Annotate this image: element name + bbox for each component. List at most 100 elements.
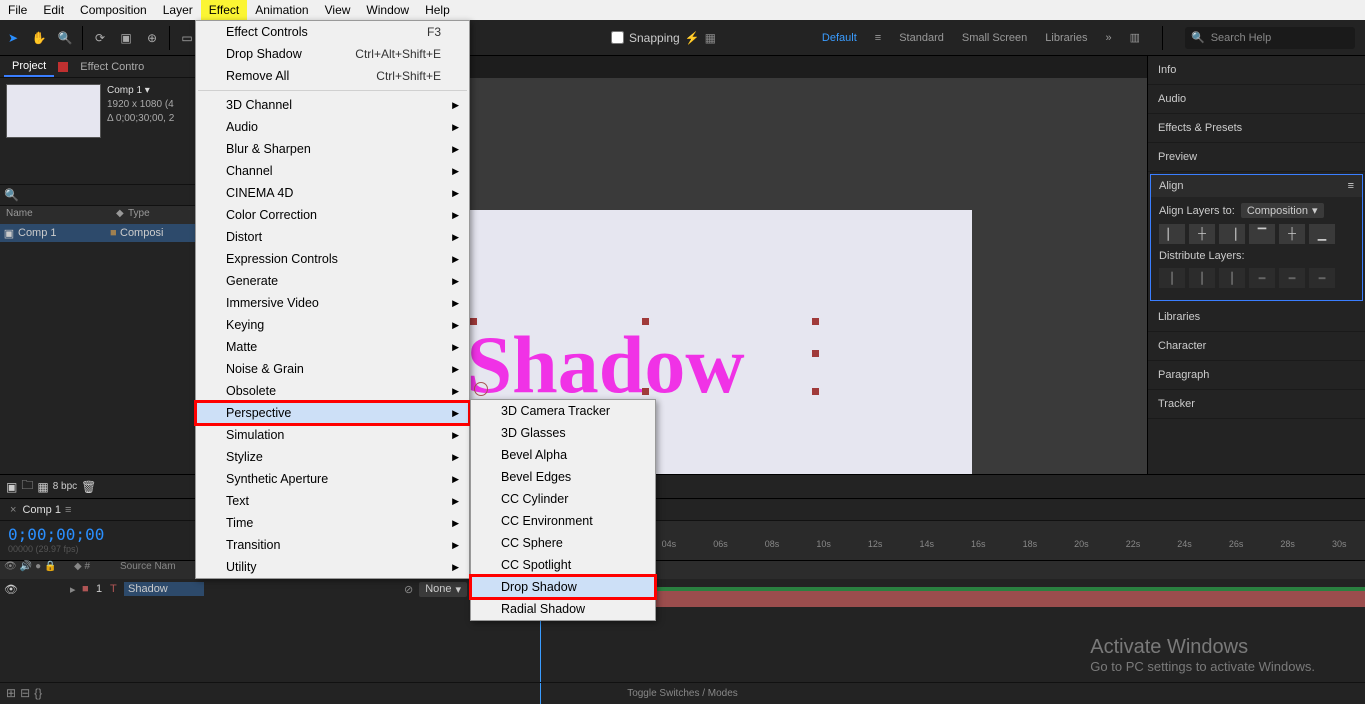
- effect-cat-matte[interactable]: Matte▶: [196, 336, 469, 358]
- effect-cat-3d-channel[interactable]: 3D Channel▶: [196, 94, 469, 116]
- trash-icon[interactable]: 🗑: [81, 480, 96, 494]
- menu-animation[interactable]: Animation: [247, 0, 316, 20]
- effect-menu-effect-controls[interactable]: Effect ControlsF3: [196, 21, 469, 43]
- effect-menu-drop-shadow[interactable]: Drop ShadowCtrl+Alt+Shift+E: [196, 43, 469, 65]
- handle-tr[interactable]: [812, 318, 819, 325]
- ws-libraries[interactable]: Libraries: [1045, 32, 1087, 44]
- eye-col-icon[interactable]: 👁: [4, 561, 17, 579]
- effect-cat-obsolete[interactable]: Obsolete▶: [196, 380, 469, 402]
- col-type[interactable]: Type: [122, 206, 156, 224]
- perspective-3d-glasses[interactable]: 3D Glasses: [471, 422, 655, 444]
- effect-cat-generate[interactable]: Generate▶: [196, 270, 469, 292]
- tab-project[interactable]: Project: [4, 57, 54, 77]
- parent-select[interactable]: None ▾: [419, 582, 467, 597]
- perspective-bevel-alpha[interactable]: Bevel Alpha: [471, 444, 655, 466]
- snap-grid-icon[interactable]: ▦: [705, 31, 716, 45]
- panel-audio[interactable]: Audio: [1148, 85, 1365, 114]
- menu-file[interactable]: File: [0, 0, 35, 20]
- layer-twirl-icon[interactable]: ▸: [70, 583, 82, 596]
- handle-bc[interactable]: [642, 388, 649, 395]
- speaker-col-icon[interactable]: 🔊: [20, 561, 32, 579]
- effect-cat-keying[interactable]: Keying▶: [196, 314, 469, 336]
- layer-name[interactable]: Shadow: [124, 582, 204, 596]
- effect-cat-blur-sharpen[interactable]: Blur & Sharpen▶: [196, 138, 469, 160]
- align-to-select[interactable]: Composition ▾: [1241, 203, 1324, 218]
- tl-opt2-icon[interactable]: ⊟: [20, 686, 30, 700]
- perspective-drop-shadow[interactable]: Drop Shadow: [471, 576, 655, 598]
- effect-cat-noise-grain[interactable]: Noise & Grain▶: [196, 358, 469, 380]
- perspective-cc-cylinder[interactable]: CC Cylinder: [471, 488, 655, 510]
- menu-edit[interactable]: Edit: [35, 0, 72, 20]
- menu-window[interactable]: Window: [358, 0, 417, 20]
- eye-toggle[interactable]: 👁: [4, 583, 18, 596]
- parent-link-icon[interactable]: ⊘: [404, 583, 413, 596]
- effect-cat-color-correction[interactable]: Color Correction▶: [196, 204, 469, 226]
- project-item-comp1[interactable]: ▣ Comp 1 ■ Composi: [0, 224, 205, 242]
- menu-effect[interactable]: Effect: [201, 0, 247, 20]
- effect-cat-perspective[interactable]: Perspective▶: [196, 402, 469, 424]
- snap-opt-icon[interactable]: ⚡: [685, 31, 700, 45]
- effect-cat-audio[interactable]: Audio▶: [196, 116, 469, 138]
- perspective-cc-sphere[interactable]: CC Sphere: [471, 532, 655, 554]
- tl-opt3-icon[interactable]: {}: [34, 686, 42, 700]
- zoom-tool-icon[interactable]: 🔍: [54, 27, 76, 49]
- panel-info[interactable]: Info: [1148, 56, 1365, 85]
- menu-view[interactable]: View: [317, 0, 359, 20]
- effect-menu-dropdown[interactable]: Effect ControlsF3Drop ShadowCtrl+Alt+Shi…: [195, 20, 470, 579]
- col-name[interactable]: Name: [0, 206, 110, 224]
- panel-paragraph[interactable]: Paragraph: [1148, 361, 1365, 390]
- bpc-label[interactable]: 8 bpc: [53, 481, 77, 492]
- align-header-label[interactable]: Align: [1159, 180, 1183, 192]
- toggle-switches[interactable]: Toggle Switches / Modes: [627, 688, 738, 699]
- perspective-cc-environment[interactable]: CC Environment: [471, 510, 655, 532]
- anchor-point-icon[interactable]: [474, 382, 488, 396]
- panel-preview[interactable]: Preview: [1148, 143, 1365, 172]
- snapping-checkbox[interactable]: [611, 31, 624, 44]
- search-help[interactable]: 🔍 Search Help: [1185, 27, 1355, 49]
- perspective-3d-camera-tracker[interactable]: 3D Camera Tracker: [471, 400, 655, 422]
- align-vcenter-icon[interactable]: ┼: [1279, 224, 1305, 244]
- perspective-bevel-edges[interactable]: Bevel Edges: [471, 466, 655, 488]
- effect-cat-distort[interactable]: Distort▶: [196, 226, 469, 248]
- lock-col-icon[interactable]: 🔒: [44, 561, 56, 579]
- handle-tc[interactable]: [642, 318, 649, 325]
- effect-cat-stylize[interactable]: Stylize▶: [196, 446, 469, 468]
- ws-default[interactable]: Default: [822, 32, 857, 44]
- ws-overflow-icon[interactable]: »: [1105, 32, 1111, 44]
- ws-small[interactable]: Small Screen: [962, 32, 1027, 44]
- layer-color-icon[interactable]: ■: [82, 583, 96, 595]
- effect-cat-transition[interactable]: Transition▶: [196, 534, 469, 556]
- effect-cat-channel[interactable]: Channel▶: [196, 160, 469, 182]
- handle-tl[interactable]: [470, 318, 477, 325]
- ws-menu-icon[interactable]: ≡: [875, 32, 881, 44]
- layer-track[interactable]: [540, 587, 1365, 607]
- rotate-tool-icon[interactable]: ⟳: [89, 27, 111, 49]
- ws-standard[interactable]: Standard: [899, 32, 944, 44]
- comp-thumbnail[interactable]: [6, 84, 101, 138]
- panel-effects-presets[interactable]: Effects & Presets: [1148, 114, 1365, 143]
- timeline-tab-comp[interactable]: Comp 1: [22, 504, 61, 516]
- camera-tool-icon[interactable]: ▣: [115, 27, 137, 49]
- menu-help[interactable]: Help: [417, 0, 458, 20]
- perspective-radial-shadow[interactable]: Radial Shadow: [471, 598, 655, 620]
- effect-cat-immersive-video[interactable]: Immersive Video▶: [196, 292, 469, 314]
- align-hcenter-icon[interactable]: ┼: [1189, 224, 1215, 244]
- solo-col-icon[interactable]: ●: [35, 561, 41, 579]
- anchor-tool-icon[interactable]: ⊕: [141, 27, 163, 49]
- effect-cat-expression-controls[interactable]: Expression Controls▶: [196, 248, 469, 270]
- menu-composition[interactable]: Composition: [72, 0, 155, 20]
- menu-layer[interactable]: Layer: [155, 0, 201, 20]
- ws-panel-icon[interactable]: ▥: [1130, 31, 1140, 44]
- tab-effect-controls[interactable]: Effect Contro: [72, 58, 152, 76]
- panel-menu-icon[interactable]: ≡: [1348, 180, 1354, 192]
- perspective-cc-spotlight[interactable]: CC Spotlight: [471, 554, 655, 576]
- hand-tool-icon[interactable]: ✋: [28, 27, 50, 49]
- panel-libraries[interactable]: Libraries: [1148, 303, 1365, 332]
- menubar[interactable]: File Edit Composition Layer Effect Anima…: [0, 0, 1365, 20]
- effect-cat-simulation[interactable]: Simulation▶: [196, 424, 469, 446]
- handle-br[interactable]: [812, 388, 819, 395]
- time-ruler[interactable]: :00s02s04s06s08s10s12s14s16s18s20s22s24s…: [540, 521, 1365, 560]
- handle-mr[interactable]: [812, 350, 819, 357]
- panel-character[interactable]: Character: [1148, 332, 1365, 361]
- tl-opt1-icon[interactable]: ⊞: [6, 686, 16, 700]
